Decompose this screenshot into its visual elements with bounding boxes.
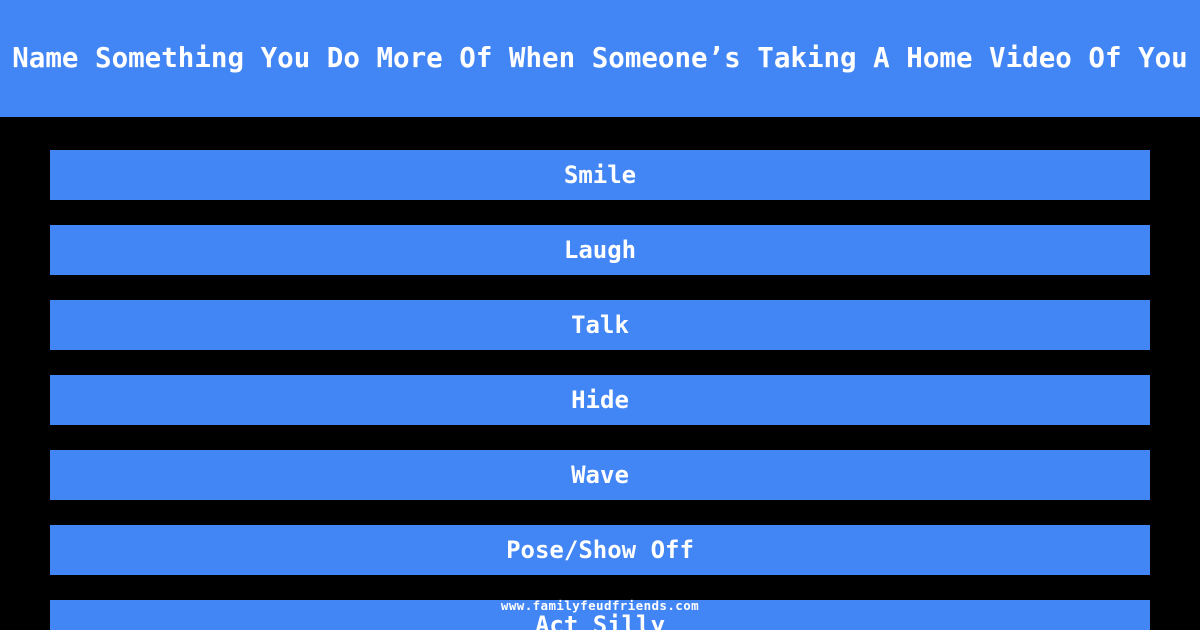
answer-list: Smile Laugh Talk Hide Wave Pose/Show Off… bbox=[50, 150, 1150, 630]
answer-label: Laugh bbox=[563, 236, 637, 264]
answer-row[interactable]: Hide bbox=[50, 375, 1150, 425]
answer-label: Act Silly bbox=[534, 611, 666, 630]
answer-label: Smile bbox=[563, 161, 637, 189]
answer-row[interactable]: Smile bbox=[50, 150, 1150, 200]
answer-row[interactable]: Pose/Show Off bbox=[50, 525, 1150, 575]
answer-row[interactable]: Act Silly bbox=[50, 600, 1150, 630]
family-feud-answer-card: Name Something You Do More Of When Someo… bbox=[0, 0, 1200, 630]
answer-row[interactable]: Wave bbox=[50, 450, 1150, 500]
answer-label: Hide bbox=[571, 386, 629, 414]
answer-label: Pose/Show Off bbox=[506, 536, 694, 564]
answer-row[interactable]: Laugh bbox=[50, 225, 1150, 275]
answer-label: Wave bbox=[571, 461, 629, 489]
answer-row[interactable]: Talk bbox=[50, 300, 1150, 350]
answer-label: Talk bbox=[571, 311, 629, 339]
question-banner: Name Something You Do More Of When Someo… bbox=[0, 0, 1200, 117]
question-title: Name Something You Do More Of When Someo… bbox=[12, 41, 1188, 74]
